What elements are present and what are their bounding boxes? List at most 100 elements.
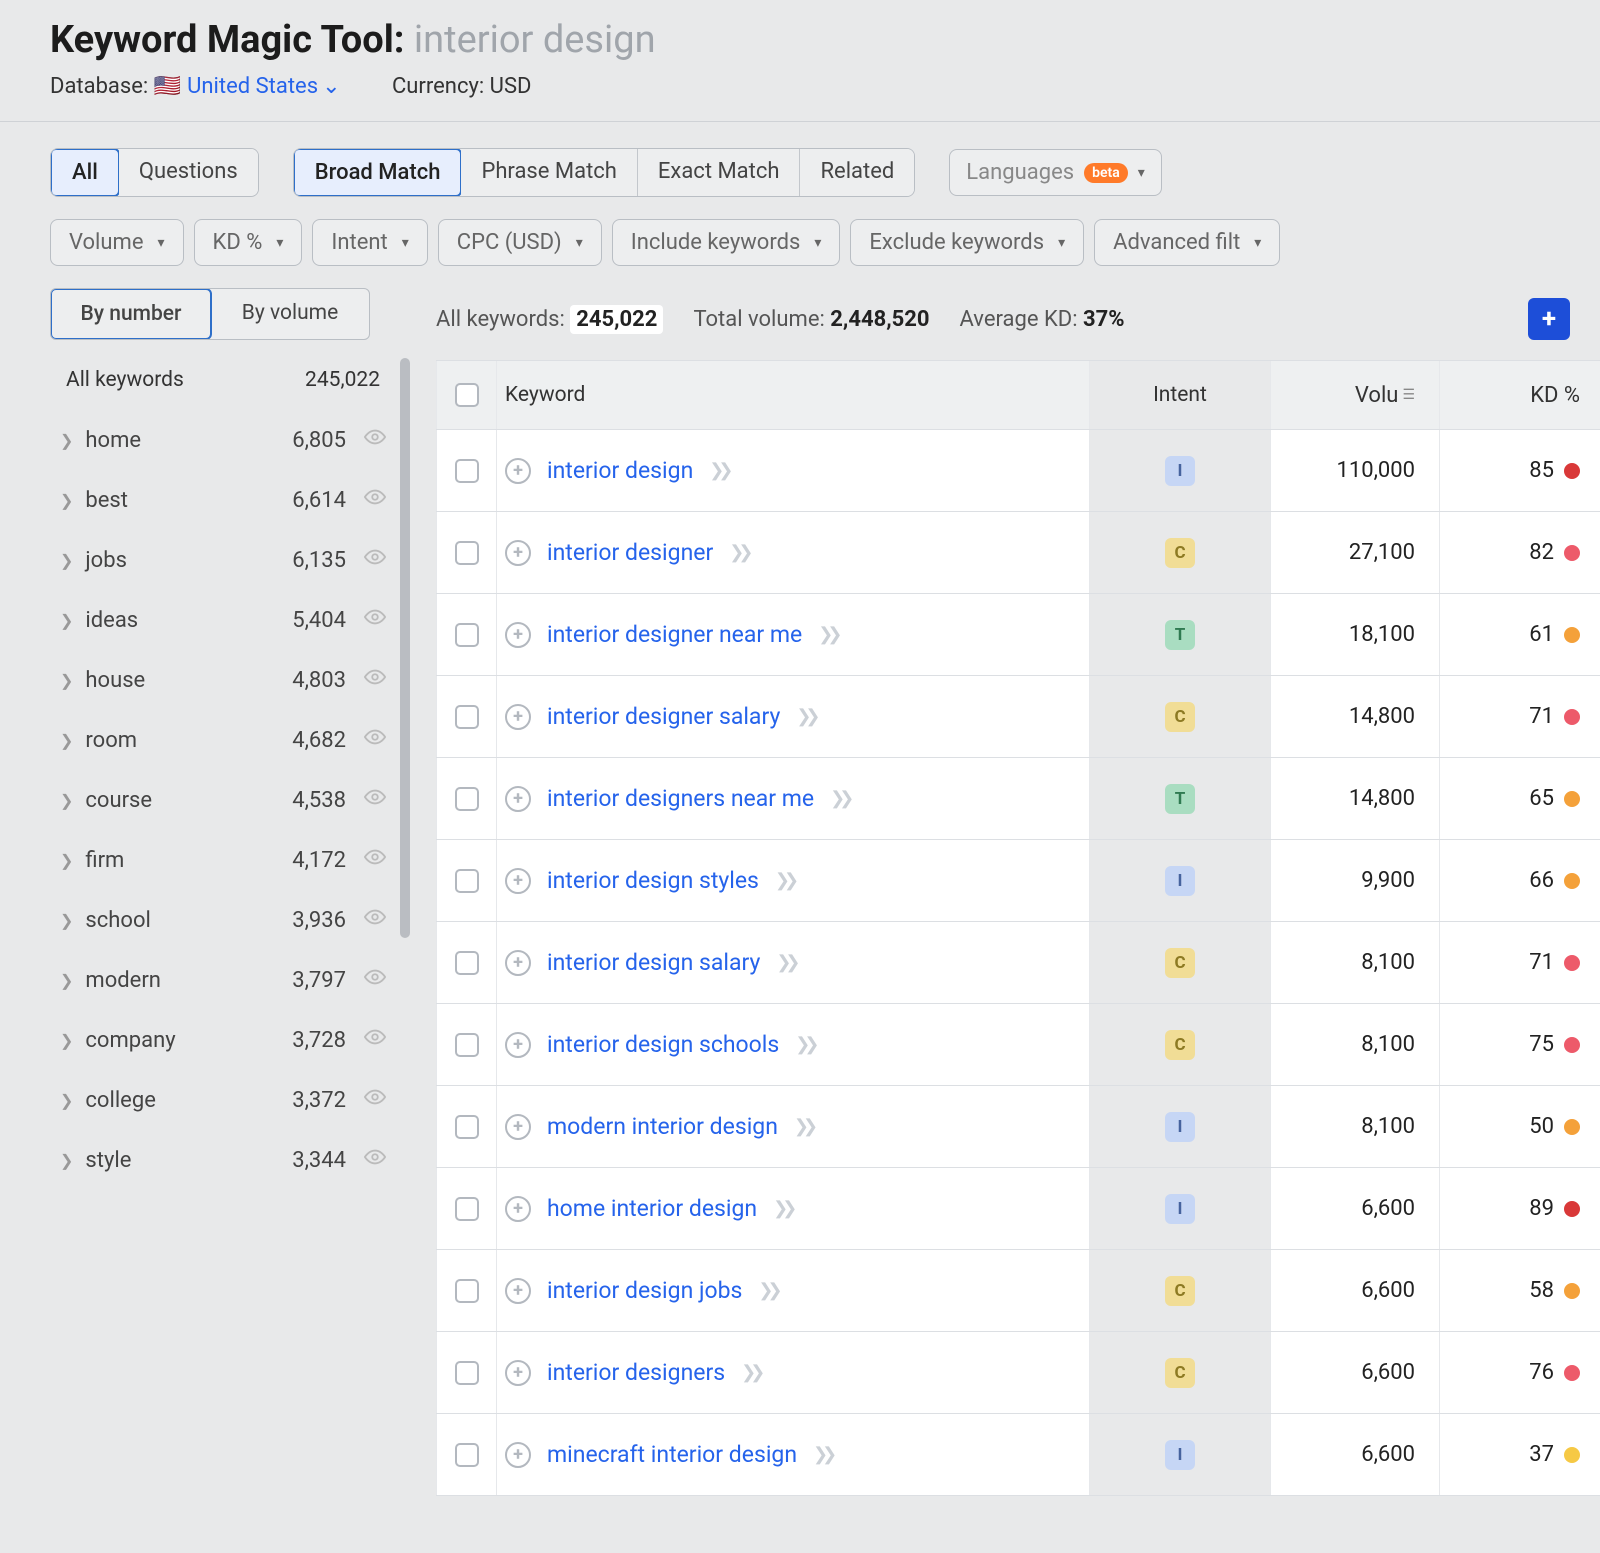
tab-questions[interactable]: Questions [119,149,258,196]
expand-icon[interactable]: + [505,786,531,812]
row-checkbox-cell[interactable] [436,594,496,675]
checkbox[interactable] [455,951,479,975]
toggle-by-number[interactable]: By number [50,288,212,340]
expand-icon[interactable]: + [505,622,531,648]
add-button[interactable]: + [1528,298,1570,340]
open-icon[interactable]: ❯❯ [741,1362,759,1383]
open-icon[interactable]: ❯❯ [830,788,848,809]
filter-exclude-keywords[interactable]: Exclude keywords▾ [850,219,1084,266]
expand-icon[interactable]: + [505,1442,531,1468]
tab-exact-match[interactable]: Exact Match [638,149,801,196]
row-checkbox-cell[interactable] [436,1414,496,1495]
open-icon[interactable]: ❯❯ [813,1444,831,1465]
eye-icon[interactable] [364,1086,386,1114]
sidebar-all-keywords[interactable]: All keywords 245,022 [50,340,396,410]
sidebar-group-college[interactable]: ❯college3,372 [50,1070,396,1130]
expand-icon[interactable]: + [505,1114,531,1140]
tab-related[interactable]: Related [800,149,914,196]
checkbox[interactable] [455,705,479,729]
sidebar-group-style[interactable]: ❯style3,344 [50,1130,396,1190]
tab-all[interactable]: All [50,148,120,197]
sidebar-group-modern[interactable]: ❯modern3,797 [50,950,396,1010]
expand-icon[interactable]: + [505,458,531,484]
open-icon[interactable]: ❯❯ [775,870,793,891]
eye-icon[interactable] [364,1026,386,1054]
checkbox[interactable] [455,1361,479,1385]
eye-icon[interactable] [364,666,386,694]
checkbox[interactable] [455,1197,479,1221]
chevron-down-icon[interactable]: ⌄ [322,74,340,99]
sidebar-group-school[interactable]: ❯school3,936 [50,890,396,950]
keyword-link[interactable]: interior design jobs [547,1277,742,1304]
select-all-cell[interactable] [436,361,496,429]
expand-icon[interactable]: + [505,1032,531,1058]
filter-cpc-usd-[interactable]: CPC (USD)▾ [438,219,602,266]
row-checkbox-cell[interactable] [436,758,496,839]
keyword-link[interactable]: interior designer [547,539,713,566]
row-checkbox-cell[interactable] [436,840,496,921]
keyword-link[interactable]: interior designer near me [547,621,802,648]
checkbox[interactable] [455,623,479,647]
filter-volume[interactable]: Volume▾ [50,219,184,266]
keyword-link[interactable]: interior design styles [547,867,759,894]
open-icon[interactable]: ❯❯ [758,1280,776,1301]
keyword-link[interactable]: interior design salary [547,949,760,976]
keyword-link[interactable]: minecraft interior design [547,1441,797,1468]
eye-icon[interactable] [364,426,386,454]
open-icon[interactable]: ❯❯ [776,952,794,973]
open-icon[interactable]: ❯❯ [818,624,836,645]
eye-icon[interactable] [364,846,386,874]
row-checkbox-cell[interactable] [436,1250,496,1331]
open-icon[interactable]: ❯❯ [796,706,814,727]
expand-icon[interactable]: + [505,1196,531,1222]
checkbox[interactable] [455,869,479,893]
open-icon[interactable]: ❯❯ [794,1116,812,1137]
tab-phrase-match[interactable]: Phrase Match [461,149,637,196]
expand-icon[interactable]: + [505,950,531,976]
eye-icon[interactable] [364,966,386,994]
row-checkbox-cell[interactable] [436,922,496,1003]
keyword-link[interactable]: modern interior design [547,1113,778,1140]
checkbox[interactable] [455,1279,479,1303]
col-keyword[interactable]: Keyword [496,361,1090,429]
row-checkbox-cell[interactable] [436,430,496,511]
open-icon[interactable]: ❯❯ [709,460,727,481]
toggle-by-volume[interactable]: By volume [211,289,369,339]
row-checkbox-cell[interactable] [436,1086,496,1167]
sidebar-group-course[interactable]: ❯course4,538 [50,770,396,830]
filter-advanced-filt[interactable]: Advanced filt▾ [1094,219,1280,266]
open-icon[interactable]: ❯❯ [729,542,747,563]
filter-intent[interactable]: Intent▾ [312,219,427,266]
sidebar-group-jobs[interactable]: ❯jobs6,135 [50,530,396,590]
checkbox[interactable] [455,787,479,811]
checkbox[interactable] [455,1033,479,1057]
open-icon[interactable]: ❯❯ [795,1034,813,1055]
sidebar-group-home[interactable]: ❯home6,805 [50,410,396,470]
expand-icon[interactable]: + [505,1360,531,1386]
filter-kd-[interactable]: KD %▾ [194,219,303,266]
eye-icon[interactable] [364,786,386,814]
eye-icon[interactable] [364,546,386,574]
keyword-link[interactable]: interior designer salary [547,703,780,730]
eye-icon[interactable] [364,606,386,634]
sidebar-group-best[interactable]: ❯best6,614 [50,470,396,530]
col-volume[interactable]: Volu☰ [1270,361,1440,429]
open-icon[interactable]: ❯❯ [773,1198,791,1219]
keyword-link[interactable]: interior designers near me [547,785,814,812]
filter-include-keywords[interactable]: Include keywords▾ [612,219,841,266]
sidebar-group-ideas[interactable]: ❯ideas5,404 [50,590,396,650]
keyword-link[interactable]: interior designers [547,1359,725,1386]
sidebar-group-house[interactable]: ❯house4,803 [50,650,396,710]
tab-broad-match[interactable]: Broad Match [293,148,463,197]
expand-icon[interactable]: + [505,868,531,894]
checkbox[interactable] [455,383,479,407]
sidebar-group-room[interactable]: ❯room4,682 [50,710,396,770]
checkbox[interactable] [455,541,479,565]
sidebar-group-firm[interactable]: ❯firm4,172 [50,830,396,890]
expand-icon[interactable]: + [505,540,531,566]
eye-icon[interactable] [364,906,386,934]
row-checkbox-cell[interactable] [436,1004,496,1085]
database-selector[interactable]: United States [187,74,318,99]
keyword-link[interactable]: home interior design [547,1195,757,1222]
row-checkbox-cell[interactable] [436,1332,496,1413]
